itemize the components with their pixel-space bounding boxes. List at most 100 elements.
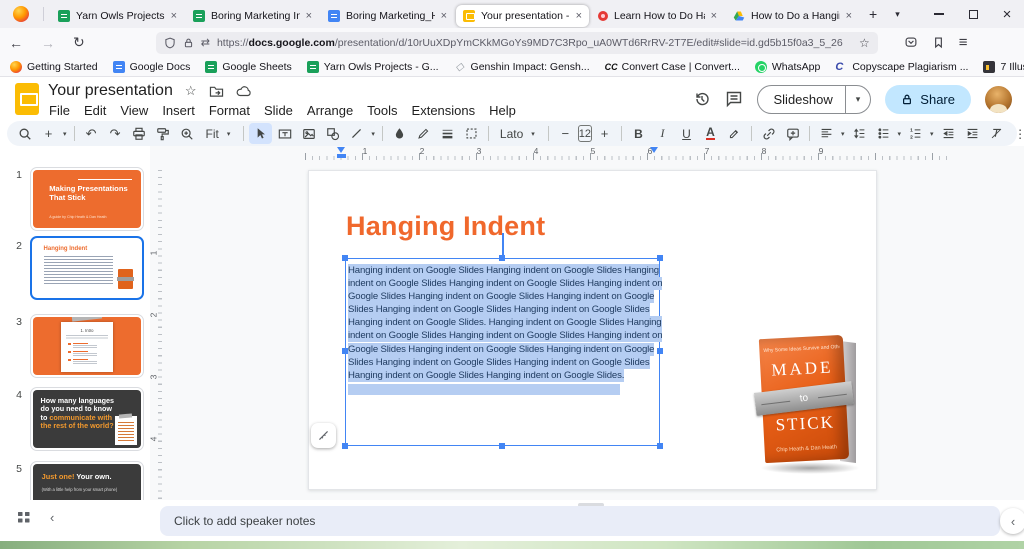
menu-tools[interactable]: Tools — [360, 103, 404, 118]
selected-text-line[interactable]: indent on Google Slides Hanging indent o… — [348, 277, 662, 290]
new-slide-button[interactable]: + — [37, 123, 60, 144]
numbered-list-button[interactable]: 12 — [904, 123, 927, 144]
selected-text-line[interactable]: Hanging indent on Google Slides Hanging … — [348, 264, 659, 277]
maximize-button[interactable] — [956, 0, 990, 28]
border-weight-button[interactable] — [436, 123, 459, 144]
zoom-select[interactable]: Fit▾ — [200, 127, 239, 141]
bookmark-illustrated-novels[interactable]: 7 Illustrated Novels fo... — [983, 61, 1024, 73]
text-color-button[interactable]: A — [699, 123, 722, 144]
selection-handle-nw[interactable] — [342, 255, 348, 261]
comments-icon[interactable] — [725, 90, 743, 108]
selection-handle-n[interactable] — [499, 255, 505, 261]
tab-boring-marketing-internal[interactable]: Boring Marketing Internal - × — [186, 5, 319, 27]
slideshow-button[interactable]: Slideshow — [758, 92, 845, 107]
pocket-icon[interactable] — [904, 36, 918, 49]
menu-format[interactable]: Format — [202, 103, 257, 118]
border-dash-button[interactable] — [460, 123, 483, 144]
insert-link-button[interactable] — [757, 123, 780, 144]
share-button[interactable]: Share — [885, 85, 971, 114]
selected-text-line[interactable]: Hanging indent on Google Slides Hanging … — [348, 369, 624, 382]
undo-button[interactable]: ↶ — [80, 123, 103, 144]
star-document-icon[interactable]: ☆ — [185, 83, 197, 99]
tab-close-icon[interactable]: × — [846, 10, 852, 22]
menu-edit[interactable]: Edit — [77, 103, 113, 118]
tab-close-icon[interactable]: × — [171, 10, 177, 22]
line-dropdown[interactable]: ▾ — [369, 130, 377, 138]
close-window-button[interactable]: × — [990, 0, 1024, 28]
version-history-icon[interactable] — [693, 90, 711, 108]
bulleted-list-dropdown[interactable]: ▾ — [896, 130, 904, 138]
border-color-button[interactable] — [412, 123, 435, 144]
slide-thumbnail-1[interactable]: Making Presentations That Stick A guide … — [30, 167, 144, 231]
bold-button[interactable]: B — [627, 123, 650, 144]
hamburger-menu-icon[interactable]: ≡ — [959, 34, 968, 51]
selected-text-box[interactable]: Hanging indent on Google Slides Hanging … — [345, 258, 660, 446]
collapse-panel-button[interactable]: ‹ — [1000, 508, 1024, 534]
tab-yarn-owls[interactable]: Yarn Owls Projects - Google × — [51, 5, 184, 27]
select-tool-button[interactable] — [249, 123, 272, 144]
selected-text-line[interactable]: Slides Hanging indent on Google Slides H… — [348, 303, 650, 316]
clear-formatting-button[interactable] — [985, 123, 1008, 144]
menu-arrange[interactable]: Arrange — [300, 103, 360, 118]
add-comment-button[interactable] — [781, 123, 804, 144]
menu-slide[interactable]: Slide — [257, 103, 300, 118]
first-line-indent-marker[interactable] — [337, 147, 345, 153]
insert-shape-button[interactable] — [321, 123, 344, 144]
book-image[interactable]: Why Some Ideas Survive and Others Die...… — [756, 334, 866, 474]
redo-button[interactable]: ↷ — [104, 123, 127, 144]
increase-font-size-button[interactable]: + — [593, 123, 616, 144]
line-spacing-button[interactable] — [848, 123, 871, 144]
numbered-list-dropdown[interactable]: ▾ — [928, 130, 936, 138]
shield-icon[interactable] — [164, 37, 176, 49]
search-menus-button[interactable] — [13, 123, 36, 144]
floating-action-button[interactable] — [311, 423, 336, 448]
menu-help[interactable]: Help — [482, 103, 523, 118]
decrease-indent-button[interactable] — [937, 123, 960, 144]
back-button[interactable]: ← — [0, 35, 32, 51]
selected-text-line[interactable]: indent on Google Slides Hanging indent o… — [348, 329, 662, 342]
bookmark-getting-started[interactable]: Getting Started — [10, 61, 98, 73]
url-text[interactable]: https://docs.google.com/presentation/d/1… — [217, 37, 852, 49]
tab-how-to-hanging-indent[interactable]: How to Do a Hanging Inde × — [726, 5, 859, 27]
align-button[interactable] — [815, 123, 838, 144]
slide-thumbnail-2-selected[interactable]: Hanging Indent — [30, 236, 144, 300]
bookmark-whatsapp[interactable]: WhatsApp — [755, 61, 820, 73]
slides-logo[interactable] — [15, 83, 39, 115]
insert-line-button[interactable] — [345, 123, 368, 144]
menu-extensions[interactable]: Extensions — [405, 103, 483, 118]
selection-handle-ne[interactable] — [657, 255, 663, 261]
selected-text-line[interactable]: Google Slides Hanging indent on Google S… — [348, 343, 654, 356]
avatar[interactable] — [985, 86, 1012, 113]
font-family-select[interactable]: Lato▾ — [494, 127, 543, 141]
slide-thumbnail-3[interactable]: 1. Intro — [30, 314, 144, 378]
collapse-filmstrip-button[interactable]: ‹ — [50, 510, 54, 525]
tab-boring-marketing-howto[interactable]: Boring Marketing_How To D × — [321, 5, 454, 27]
decrease-font-size-button[interactable]: − — [554, 123, 577, 144]
menu-view[interactable]: View — [113, 103, 155, 118]
tab-close-icon[interactable]: × — [711, 10, 717, 22]
highlight-color-button[interactable] — [723, 123, 746, 144]
increase-indent-button[interactable] — [961, 123, 984, 144]
selection-handle-se[interactable] — [657, 443, 663, 449]
tab-close-icon[interactable]: × — [306, 10, 312, 22]
slide-editing-canvas[interactable]: Hanging Indent Hanging indent on Google … — [308, 170, 877, 490]
slide-title[interactable]: Hanging Indent — [346, 211, 545, 242]
slideshow-dropdown-button[interactable]: ▾ — [846, 94, 871, 105]
reload-button[interactable]: ↻ — [64, 34, 94, 51]
document-title[interactable]: Your presentation — [48, 82, 173, 100]
tab-your-presentation-active[interactable]: Your presentation - Google × — [456, 5, 589, 27]
slide-body-text[interactable]: Hanging indent on Google Slides Hanging … — [348, 264, 662, 395]
bookmark-yarn-owls[interactable]: Yarn Owls Projects - G... — [307, 61, 439, 73]
address-bar[interactable]: ⇄ https://docs.google.com/presentation/d… — [156, 32, 878, 54]
insert-image-button[interactable] — [297, 123, 320, 144]
bookmark-star-icon[interactable]: ☆ — [859, 36, 870, 50]
right-indent-marker[interactable] — [650, 147, 658, 153]
vertical-ruler[interactable]: 1 2 3 4 — [150, 162, 164, 500]
lock-icon[interactable] — [183, 37, 194, 49]
text-box-button[interactable] — [273, 123, 296, 144]
more-options-button[interactable]: ⋮ — [1009, 123, 1024, 144]
paint-format-button[interactable] — [152, 123, 175, 144]
underline-button[interactable]: U — [675, 123, 698, 144]
forward-button[interactable]: → — [32, 35, 64, 51]
font-size-input[interactable]: 12 — [578, 125, 592, 142]
